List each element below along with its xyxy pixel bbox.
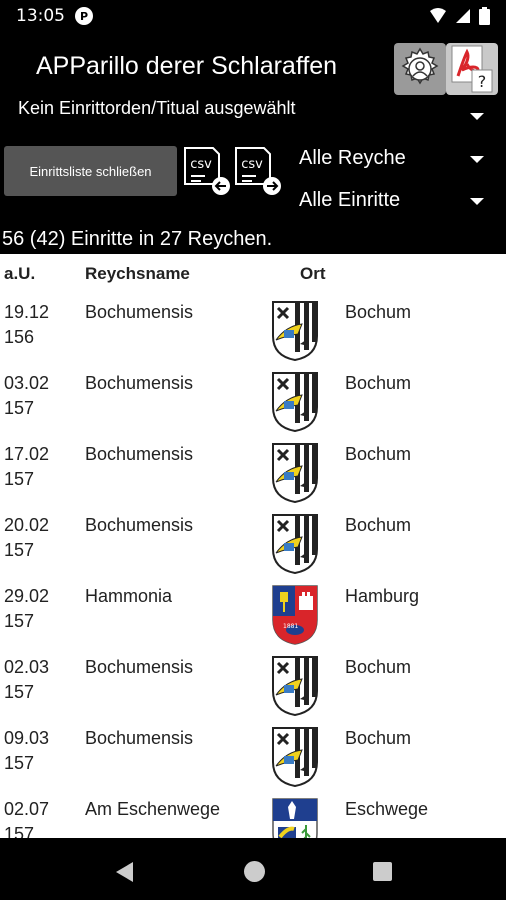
table-row[interactable]: 20.02 157 Bochumensis Bochum — [0, 513, 506, 584]
row-reychsname: Bochumensis — [85, 728, 194, 748]
csv-export-button[interactable]: csv — [234, 146, 282, 196]
app-notification-icon: P — [75, 7, 93, 25]
navigation-bar — [0, 838, 506, 900]
row-date-day-month: 20.02 — [4, 515, 50, 535]
svg-text:?: ? — [478, 72, 487, 91]
csv-export-icon: csv — [235, 147, 281, 195]
back-icon[interactable] — [116, 862, 133, 882]
row-city: Bochum — [345, 373, 412, 393]
pdf-help-button[interactable]: ? — [446, 43, 498, 95]
app-title: APParillo derer Schlaraffen — [36, 52, 338, 80]
row-date-year: 157 — [4, 469, 35, 489]
row-date-day-month: 17.02 — [4, 444, 50, 464]
bochum-crest-icon — [272, 727, 318, 788]
row-date-day-month: 02.03 — [4, 657, 50, 677]
row-reychsname: Hammonia — [85, 586, 173, 606]
table-row[interactable]: 09.03 157 Bochumensis Bochum — [0, 726, 506, 797]
row-date: 17.02 157 — [4, 442, 49, 492]
row-date: 03.02 157 — [4, 371, 49, 421]
row-date-year: 157 — [4, 398, 35, 418]
bochum-crest-icon — [272, 301, 318, 362]
row-date-day-month: 09.03 — [4, 728, 50, 748]
table-row[interactable]: 19.12 156 Bochumensis Bochum — [0, 300, 506, 371]
csv-import-icon: csv — [184, 147, 230, 195]
row-date-year: 157 — [4, 824, 35, 838]
eschwege-crest-icon — [272, 798, 318, 838]
gear-icon — [401, 47, 439, 85]
row-date: 02.03 157 — [4, 655, 49, 705]
row-date: 19.12 156 — [4, 300, 49, 350]
table-row[interactable]: 29.02 157 Hammonia 1881 Hamburg — [0, 584, 506, 655]
row-date-day-month: 29.02 — [4, 586, 50, 606]
hamburg-crest-icon: 1881 — [272, 585, 318, 645]
pdf-help-icon: ? — [451, 45, 493, 93]
hamburg-crest-year: 1881 — [283, 623, 298, 630]
recents-icon[interactable] — [373, 862, 392, 881]
table-row[interactable]: 02.03 157 Bochumensis Bochum — [0, 655, 506, 726]
csv-export-label: csv — [241, 157, 263, 172]
table-row[interactable]: 17.02 157 Bochumensis Bochum — [0, 442, 506, 513]
row-date: 02.07 157 — [4, 797, 49, 838]
signal-icon — [430, 8, 446, 23]
header-reychsname[interactable]: Reychsname — [85, 264, 190, 284]
status-bar: 13:05 P — [0, 0, 506, 32]
row-city: Bochum — [345, 657, 412, 677]
row-reychsname: Bochumensis — [85, 373, 194, 393]
row-city: Bochum — [345, 444, 412, 464]
row-date-year: 156 — [4, 327, 35, 347]
battery-icon — [479, 7, 490, 25]
status-icons — [429, 7, 490, 25]
ritual-selection-text: Kein Einrittorden/Titual ausgewählt — [18, 98, 296, 118]
row-date-day-month: 19.12 — [4, 302, 50, 322]
einritt-filter-dropdown[interactable]: Alle Einritte — [299, 189, 400, 212]
row-city: Hamburg — [345, 586, 420, 606]
row-date: 20.02 157 — [4, 513, 49, 563]
csv-import-label: csv — [190, 157, 212, 172]
table-row[interactable]: 02.07 157 Am Eschenwege Eschwege — [0, 797, 506, 838]
home-icon[interactable] — [244, 861, 265, 882]
row-city: Eschwege — [345, 799, 429, 819]
csv-import-button[interactable]: csv — [183, 146, 231, 196]
row-date-year: 157 — [4, 540, 35, 560]
header-ort[interactable]: Ort — [300, 264, 326, 284]
bochum-crest-icon — [272, 372, 318, 433]
row-city: Bochum — [345, 728, 412, 748]
table-row[interactable]: 03.02 157 Bochumensis Bochum — [0, 371, 506, 442]
header-date[interactable]: a.U. — [4, 264, 35, 284]
close-list-button[interactable]: Einrittsliste schließen — [4, 146, 177, 196]
status-time: 13:05 — [16, 6, 65, 26]
row-date-day-month: 02.07 — [4, 799, 50, 819]
row-date-year: 157 — [4, 611, 35, 631]
row-date-year: 157 — [4, 682, 35, 702]
row-date: 09.03 157 — [4, 726, 49, 776]
bochum-crest-icon — [272, 656, 318, 717]
row-date: 29.02 157 — [4, 584, 49, 634]
row-reychsname: Bochumensis — [85, 657, 194, 677]
row-city: Bochum — [345, 515, 412, 535]
ritual-dropdown-arrow-icon[interactable] — [470, 113, 484, 120]
row-date-day-month: 03.02 — [4, 373, 50, 393]
row-city: Bochum — [345, 302, 412, 322]
row-reychsname: Am Eschenwege — [85, 799, 221, 819]
einritt-table[interactable]: a.U. Reychsname Ort 19.12 156 Bochumensis … — [0, 254, 506, 838]
reych-filter-arrow-icon[interactable] — [470, 156, 484, 163]
reych-filter-dropdown[interactable]: Alle Reyche — [299, 147, 406, 170]
row-reychsname: Bochumensis — [85, 302, 194, 322]
einritt-filter-arrow-icon[interactable] — [470, 198, 484, 205]
row-reychsname: Bochumensis — [85, 444, 194, 464]
bochum-crest-icon — [272, 443, 318, 504]
bochum-crest-icon — [272, 514, 318, 575]
cell-signal-icon — [456, 9, 470, 23]
summary-text: 56 (42) Einritte in 27 Reychen. — [2, 228, 273, 250]
settings-button[interactable] — [394, 43, 446, 95]
row-date-year: 157 — [4, 753, 35, 773]
row-reychsname: Bochumensis — [85, 515, 194, 535]
